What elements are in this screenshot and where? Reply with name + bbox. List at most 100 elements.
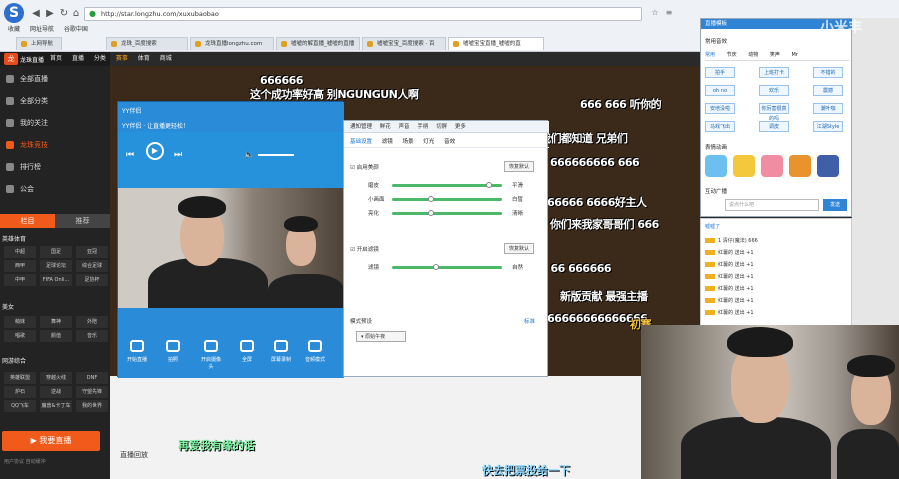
category-item[interactable]: 颜值 xyxy=(40,330,72,342)
category-item[interactable]: 中甲 xyxy=(4,274,36,286)
effect-button[interactable]: 不错的 xyxy=(813,67,843,78)
effect-button[interactable]: 潮叶咖 xyxy=(813,103,843,114)
subtab-basic[interactable]: 基础设置 xyxy=(350,139,372,145)
tab-handle[interactable]: 手柄 xyxy=(417,124,428,130)
category-item[interactable]: 英雄联盟 xyxy=(4,372,36,384)
sidebar-tab-recommend[interactable]: 推荐 xyxy=(55,214,110,228)
category-item[interactable]: 国足 xyxy=(40,246,72,258)
star-icon[interactable]: ☆ xyxy=(650,8,660,18)
effect-button[interactable]: 你厉害很真的吗 xyxy=(759,103,789,122)
audio-mode-button[interactable]: 音频模式 xyxy=(304,340,326,363)
nav-category[interactable]: 分类 xyxy=(94,55,106,62)
refresh-icon[interactable]: ↻ xyxy=(58,8,70,20)
fullscreen-button[interactable]: 全屏 xyxy=(236,340,258,363)
tab-3[interactable]: 嘘嘘的解直播_嘘嘘的直播 xyxy=(276,37,360,50)
effect-button[interactable]: 震撼 xyxy=(813,85,843,96)
category-item[interactable]: 西甲 xyxy=(4,260,36,272)
category-item[interactable]: 综合足球 xyxy=(76,260,108,272)
go-live-button[interactable]: ▶ 我要直播 xyxy=(2,431,100,451)
menu-icon[interactable]: ≡ xyxy=(664,8,674,18)
emoji-sticker[interactable] xyxy=(789,155,811,177)
brightness-slider[interactable] xyxy=(392,212,502,215)
effect-tab[interactable]: 节庆 xyxy=(727,52,737,58)
prev-icon[interactable]: ⏮ xyxy=(126,150,134,160)
effect-button[interactable]: 欢乐 xyxy=(759,85,789,96)
start-live-button[interactable]: 开始直播 xyxy=(126,340,148,363)
nav-shop[interactable]: 商城 xyxy=(160,55,172,62)
tab-switch[interactable]: 切屏 xyxy=(436,124,447,130)
sidebar-item-following[interactable]: 我的关注 xyxy=(6,118,48,128)
emoji-sticker[interactable] xyxy=(761,155,783,177)
sidebar-item-all-live[interactable]: 全部直播 xyxy=(6,74,48,84)
slider-knob[interactable] xyxy=(427,196,434,202)
size-slider[interactable] xyxy=(392,198,502,201)
effect-tab[interactable]: 动物 xyxy=(748,52,758,58)
category-item[interactable]: 唱歌 xyxy=(4,330,36,342)
effect-button[interactable]: 调皮 xyxy=(759,121,789,132)
effect-button[interactable]: 上班打卡 xyxy=(759,67,789,78)
nav-sports[interactable]: 体育 xyxy=(138,55,150,62)
effect-tab[interactable]: 常用 xyxy=(705,52,715,58)
slider-knob[interactable] xyxy=(433,264,439,270)
nav-live[interactable]: 直播 xyxy=(72,55,84,62)
emoji-sticker[interactable] xyxy=(733,155,755,177)
effect-tab[interactable]: 笑声 xyxy=(770,52,780,58)
tab-sound[interactable]: 声音 xyxy=(399,124,410,130)
emoji-sticker[interactable] xyxy=(817,155,839,177)
category-item[interactable]: 中超 xyxy=(4,246,36,258)
category-item[interactable]: 萌妹 xyxy=(4,316,36,328)
category-item[interactable]: 逆战 xyxy=(40,386,72,398)
category-item[interactable]: FIFA Onli... xyxy=(40,274,72,286)
next-icon[interactable]: ⏭ xyxy=(174,150,182,160)
volume-icon[interactable]: 🔈 xyxy=(244,150,254,159)
category-item[interactable]: 亚冠 xyxy=(76,246,108,258)
tab-nav[interactable]: 上网导航 xyxy=(16,37,62,50)
forward-icon[interactable]: ▶ xyxy=(44,8,56,20)
volume-slider[interactable] xyxy=(258,154,294,156)
filter-toggle[interactable]: ☑ 开启滤镜 xyxy=(350,245,379,253)
mode-select[interactable]: ▾ 原始午夜 xyxy=(356,331,406,342)
bookmark-item[interactable]: 谷歌中国 xyxy=(64,26,88,33)
nav-home[interactable]: 首页 xyxy=(50,55,62,62)
nav-events[interactable]: 赛事 xyxy=(116,55,128,62)
emoji-sticker[interactable] xyxy=(705,155,727,177)
play-icon[interactable]: ▶ xyxy=(146,142,164,160)
tab-1[interactable]: 龙珠_百度搜索 xyxy=(106,37,188,50)
category-item[interactable]: 炉石 xyxy=(4,386,36,398)
category-item[interactable]: 外陪 xyxy=(76,316,108,328)
bookmark-item[interactable]: 收藏 xyxy=(8,26,20,33)
category-item[interactable]: 魔兽&卡丁车 xyxy=(40,400,72,412)
category-item[interactable]: 足球论坛 xyxy=(40,260,72,272)
site-logo-icon[interactable]: 龙 xyxy=(4,53,18,65)
tab-flower[interactable]: 鲜花 xyxy=(380,124,391,130)
subtab-scene[interactable]: 场景 xyxy=(403,139,414,145)
subtab-filter[interactable]: 滤镜 xyxy=(382,139,393,145)
effect-button[interactable]: oh no xyxy=(705,85,735,96)
sidebar-item-all-category[interactable]: 全部分类 xyxy=(6,96,48,106)
beauty-toggle[interactable]: ☑ 启用美颜 xyxy=(350,163,379,171)
effect-tab[interactable]: Mr xyxy=(791,52,797,58)
sidebar-item-guild[interactable]: 公会 xyxy=(6,184,34,194)
tab-more[interactable]: 更多 xyxy=(455,124,466,130)
sidebar-item-esports[interactable]: 龙珠竞技 xyxy=(6,140,48,150)
home-icon[interactable]: ⌂ xyxy=(70,8,82,20)
sidebar-tab-column[interactable]: 栏目 xyxy=(0,214,55,228)
subtab-light[interactable]: 灯光 xyxy=(423,139,434,145)
webcam-button[interactable]: 开启摄像头 xyxy=(200,340,222,370)
category-item[interactable]: 穿越火线 xyxy=(40,372,72,384)
filter-slider[interactable] xyxy=(392,266,502,269)
address-bar[interactable]: ● http://star.longzhu.com/xuxubaobao xyxy=(84,7,642,21)
category-item[interactable]: 足协杯 xyxy=(76,274,108,286)
record-button[interactable]: 屏幕录制 xyxy=(270,340,292,363)
sidebar-item-ranking[interactable]: 排行榜 xyxy=(6,162,41,172)
tab-4[interactable]: 嘘嘘宝宝_百度搜索 · 百 xyxy=(362,37,446,50)
category-item[interactable]: 守望先锋 xyxy=(76,386,108,398)
restore-default-button[interactable]: 恢复默认 xyxy=(504,243,535,254)
slider-knob[interactable] xyxy=(485,182,492,188)
effect-button[interactable]: 马戏飞出 xyxy=(705,121,735,132)
slider-knob[interactable] xyxy=(427,210,434,216)
category-item[interactable]: DNF xyxy=(76,372,108,384)
bookmark-item[interactable]: 网址导航 xyxy=(30,26,54,33)
back-icon[interactable]: ◀ xyxy=(30,8,42,20)
tab-2[interactable]: 龙珠直播longzhu.com xyxy=(190,37,274,50)
